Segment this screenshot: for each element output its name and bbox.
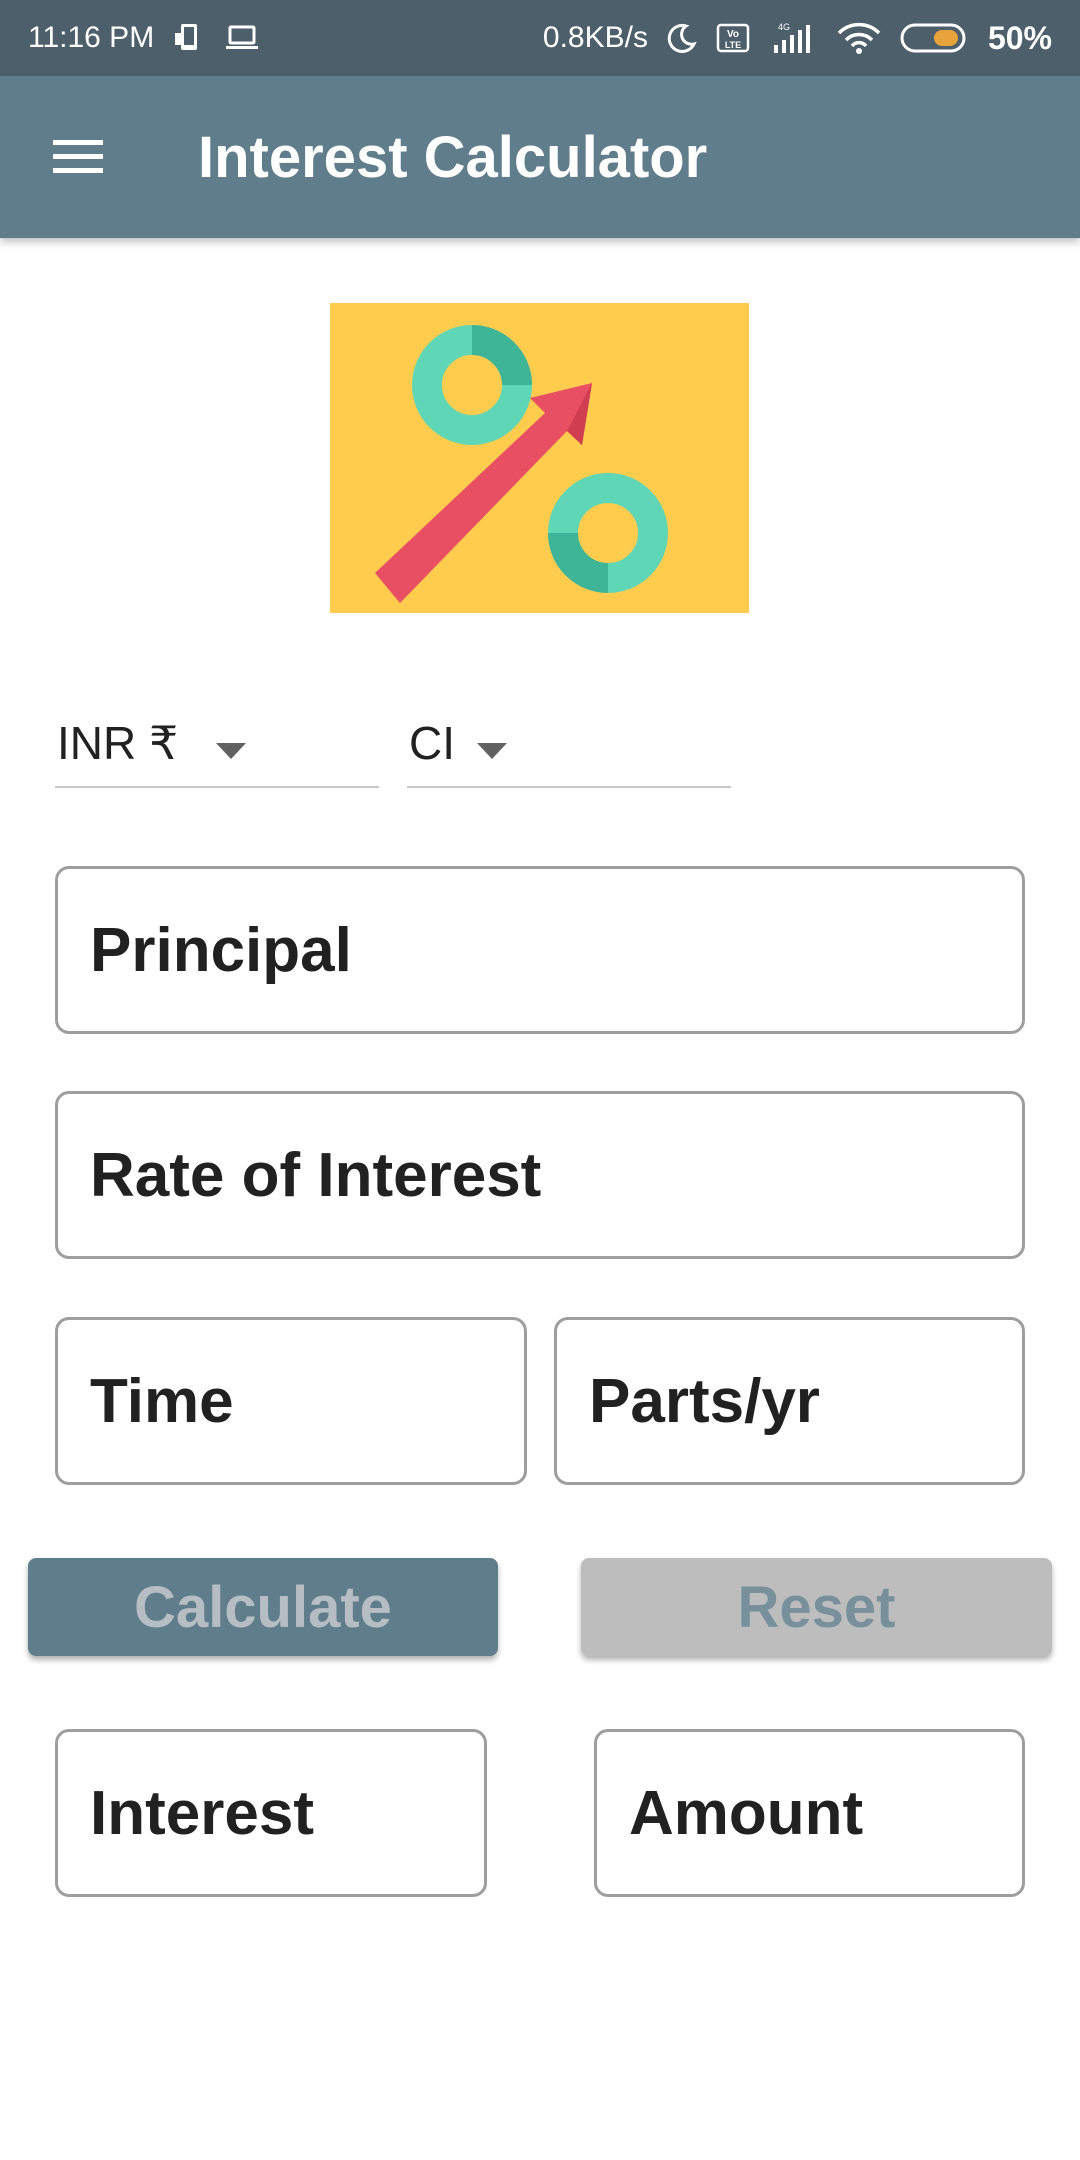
currency-spinner[interactable]: INR ₹ [55, 700, 379, 788]
battery-percent: 50% [987, 19, 1052, 56]
amount-output[interactable] [597, 1732, 1022, 1894]
svg-text:LTE: LTE [725, 40, 741, 50]
app-title: Interest Calculator [198, 124, 708, 190]
interest-field-box [55, 1729, 487, 1897]
signal-icon: 4G [768, 21, 818, 55]
interest-type-spinner[interactable]: CI [407, 700, 731, 788]
interest-type-value: CI [409, 717, 455, 769]
status-time: 11:16 PM [28, 21, 155, 54]
rate-field-box [55, 1091, 1025, 1259]
laptop-icon [224, 23, 260, 53]
status-right: 0.8KB/s Vo LTE 4G 50% [543, 20, 1052, 57]
svg-text:4G: 4G [778, 22, 790, 32]
dropdown-arrow-icon [216, 716, 247, 770]
parts-field-box [554, 1317, 1025, 1485]
phone-icon [172, 21, 206, 55]
svg-text:Vo: Vo [727, 29, 739, 40]
moon-icon [666, 22, 698, 54]
app-bar: Interest Calculator [0, 76, 1080, 238]
reset-button[interactable]: Reset [581, 1558, 1052, 1656]
parts-per-year-input[interactable] [557, 1320, 1022, 1482]
menu-button[interactable] [38, 117, 118, 197]
time-input[interactable] [58, 1320, 524, 1482]
interest-output[interactable] [58, 1732, 484, 1894]
volte-icon: Vo LTE [716, 23, 750, 53]
principal-input[interactable] [58, 869, 1022, 1031]
wifi-icon [836, 21, 882, 55]
status-bar: 11:16 PM 0.8KB/s Vo LTE 4G 50% [0, 0, 1080, 76]
currency-value: INR ₹ [57, 717, 179, 769]
dropdown-arrow-icon [477, 716, 507, 770]
time-field-box [55, 1317, 527, 1485]
amount-field-box [594, 1729, 1025, 1897]
hamburger-menu-icon [53, 140, 103, 173]
principal-field-box [55, 866, 1025, 1034]
rate-of-interest-input[interactable] [58, 1094, 1022, 1256]
battery-icon [900, 22, 970, 54]
status-left: 11:16 PM [28, 21, 260, 55]
calculate-button[interactable]: Calculate [28, 1558, 498, 1656]
percent-growth-logo [330, 303, 749, 613]
net-speed: 0.8KB/s [542, 21, 648, 54]
